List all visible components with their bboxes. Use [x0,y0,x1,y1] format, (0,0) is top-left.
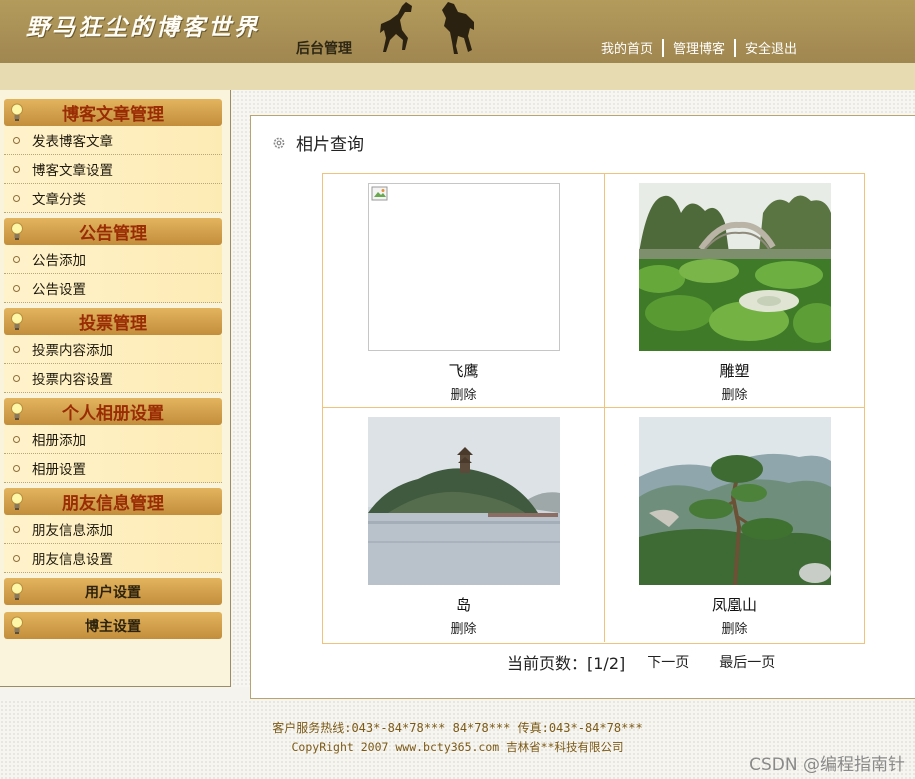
lightbulb-icon [11,492,23,510]
sidebar-item-label: 相册添加 [32,433,86,449]
mountain-photo[interactable] [639,417,831,585]
header-bar: 野马狂尘的博客世界 后台管理 我的首页 管理博客 安全退出 [0,0,915,63]
nav-separator [661,38,664,57]
broken-image-icon[interactable] [368,183,560,351]
lightbulb-icon [11,103,23,121]
delete-photo-link[interactable]: 删除 [450,622,476,637]
sidebar-item-article-settings[interactable]: 博客文章设置 [4,155,222,184]
bullet-icon [13,165,20,173]
sidebar-item-announcement-settings[interactable]: 公告设置 [4,274,222,303]
sidebar-item-add-friend[interactable]: 朋友信息添加 [4,515,222,544]
bullet-icon [13,136,20,144]
delete-photo-link[interactable]: 删除 [450,388,476,403]
photo-card: 凤凰山 删除 [605,408,864,642]
sidebar-item-label: 朋友信息设置 [32,552,113,568]
sidebar-section-friends[interactable]: 朋友信息管理 [4,488,222,515]
nav-manage-blog-link[interactable]: 管理博客 [673,38,725,57]
lightbulb-icon [11,582,23,600]
nav-logout-link[interactable]: 安全退出 [745,38,797,57]
photo-caption: 岛 [455,596,471,614]
bullet-icon [13,464,20,472]
last-page-link[interactable]: 最后一页 [719,652,775,672]
top-nav: 我的首页 管理博客 安全退出 [601,38,797,57]
sidebar-item-label: 公告设置 [32,282,86,298]
section-title: 公告管理 [79,224,147,244]
horse-icon [442,2,474,54]
csdn-watermark: CSDN @编程指南针 [749,755,905,775]
sidebar-item-add-vote[interactable]: 投票内容添加 [4,335,222,364]
sidebar-item-post-article[interactable]: 发表博客文章 [4,126,222,155]
sidebar-section-voting[interactable]: 投票管理 [4,308,222,335]
bullet-icon [13,345,20,353]
delete-photo-link[interactable]: 删除 [721,388,747,403]
bullet-icon [13,435,20,443]
lightbulb-icon [11,402,23,420]
sidebar-item-label: 投票内容设置 [32,372,113,388]
sidebar-item-label: 朋友信息添加 [32,523,113,539]
island-photo[interactable] [368,417,560,585]
section-title: 个人相册设置 [62,404,164,424]
section-title: 博主设置 [85,618,141,635]
gear-icon [273,137,285,148]
lightbulb-icon [11,312,23,330]
sidebar-item-label: 公告添加 [32,253,86,269]
sidebar-section-blog-articles[interactable]: 博客文章管理 [4,99,222,126]
sidebar-item-album-settings[interactable]: 相册设置 [4,454,222,483]
lightbulb-icon [11,616,23,634]
nav-separator [733,38,736,57]
sidebar-section-album[interactable]: 个人相册设置 [4,398,222,425]
section-title: 用户设置 [85,584,141,601]
sidebar-item-add-announcement[interactable]: 公告添加 [4,245,222,274]
sidebar-section-blogger-settings[interactable]: 博主设置 [4,612,222,639]
bullet-icon [13,284,20,292]
horse-icon [380,2,412,52]
photo-caption: 飞鹰 [448,362,479,380]
photo-card: 雕塑 删除 [605,174,864,408]
photo-caption: 雕塑 [719,362,750,380]
section-title: 投票管理 [79,314,147,334]
site-logo: 野马狂尘的博客世界 [26,14,260,41]
sidebar-section-announcements[interactable]: 公告管理 [4,218,222,245]
photo-card: 岛 删除 [323,408,605,642]
sidebar-item-label: 相册设置 [32,462,86,478]
bullet-icon [13,194,20,202]
bullet-icon [13,374,20,382]
photo-query-panel: 相片查询 飞鹰 删除 雕塑 删除 岛 删除 凤凰山 删除 当前页数：[1/2] … [250,115,915,699]
sidebar-item-vote-settings[interactable]: 投票内容设置 [4,364,222,393]
sidebar-item-label: 发表博客文章 [32,134,113,150]
header-band [0,63,915,90]
sidebar-item-friend-settings[interactable]: 朋友信息设置 [4,544,222,573]
pagination: 当前页数：[1/2] 下一页 最后一页 [507,650,775,674]
sidebar-item-article-category[interactable]: 文章分类 [4,184,222,213]
delete-photo-link[interactable]: 删除 [721,622,747,637]
bullet-icon [13,255,20,263]
lightbulb-icon [11,222,23,240]
photo-grid: 飞鹰 删除 雕塑 删除 岛 删除 凤凰山 删除 [322,173,865,644]
current-page-label: 当前页数：[1/2] [507,654,626,673]
footer-contact: 客户服务热线:043*-84*78*** 84*78*** 传真:043*-84… [272,721,643,735]
nav-home-link[interactable]: 我的首页 [601,38,653,57]
admin-subtitle: 后台管理 [296,41,352,57]
section-title: 博客文章管理 [62,105,164,125]
page-title: 相片查询 [296,135,364,155]
bullet-icon [13,525,20,533]
sidebar-item-label: 投票内容添加 [32,343,113,359]
next-page-link[interactable]: 下一页 [647,652,689,672]
bullet-icon [13,554,20,562]
photo-caption: 凤凰山 [711,596,757,614]
panel-header: 相片查询 [272,130,364,155]
sidebar-section-user-settings[interactable]: 用户设置 [4,578,222,605]
photo-card: 飞鹰 删除 [323,174,605,408]
section-title: 朋友信息管理 [62,494,164,514]
sidebar-item-label: 文章分类 [32,192,86,208]
lotus-pond-photo[interactable] [639,183,831,351]
sidebar-item-label: 博客文章设置 [32,163,113,179]
sidebar: 博客文章管理 发表博客文章 博客文章设置 文章分类 公告管理 公告添加 公告设置… [0,90,231,687]
sidebar-item-add-album[interactable]: 相册添加 [4,425,222,454]
